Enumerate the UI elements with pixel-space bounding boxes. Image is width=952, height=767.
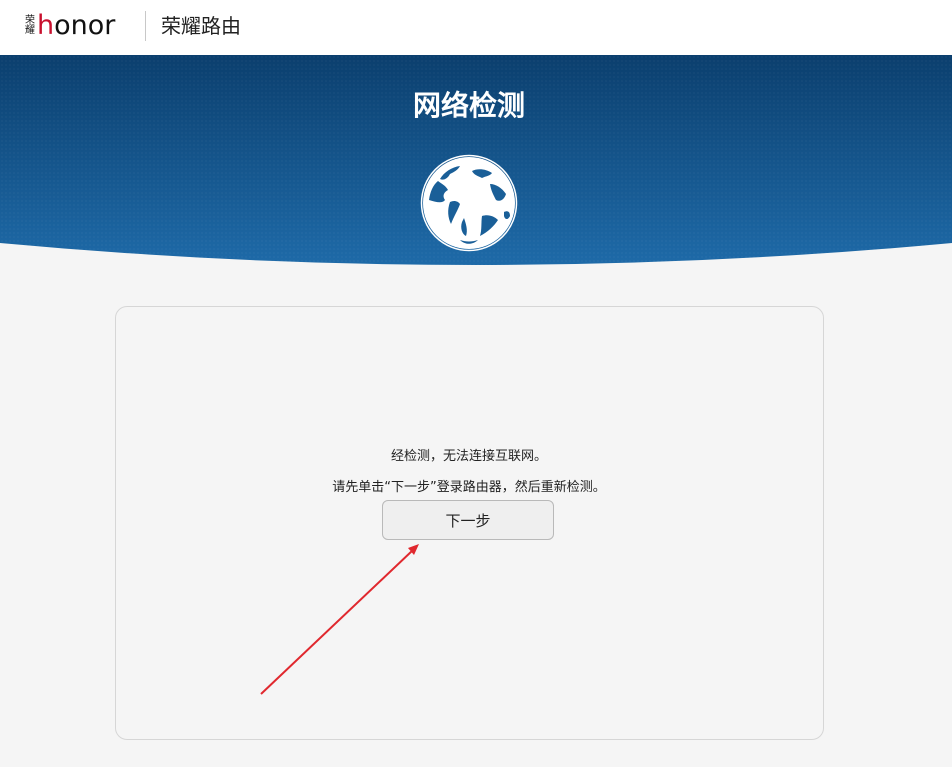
logo-wordmark-h: h	[37, 10, 55, 41]
header-divider	[145, 11, 146, 41]
top-bar: 荣 耀 honor 荣耀路由	[0, 0, 952, 55]
logo-cn-bottom: 耀	[25, 25, 35, 36]
globe-icon	[420, 154, 518, 252]
page-title: 网络检测	[412, 89, 525, 122]
product-name: 荣耀路由	[161, 14, 241, 38]
logo-wordmark-rest: onor	[54, 10, 116, 41]
honor-logo: 荣 耀 honor	[25, 11, 115, 41]
annotation-arrow-icon	[260, 544, 419, 695]
instruction-message: 请先单击“下一步”登录路由器，然后重新检测。	[332, 480, 606, 495]
next-step-button[interactable]: 下一步	[382, 500, 554, 540]
logo-chinese-mark: 荣 耀	[25, 16, 35, 36]
logo-wordmark: honor	[37, 11, 115, 41]
status-message: 经检测，无法连接互联网。	[390, 449, 547, 464]
